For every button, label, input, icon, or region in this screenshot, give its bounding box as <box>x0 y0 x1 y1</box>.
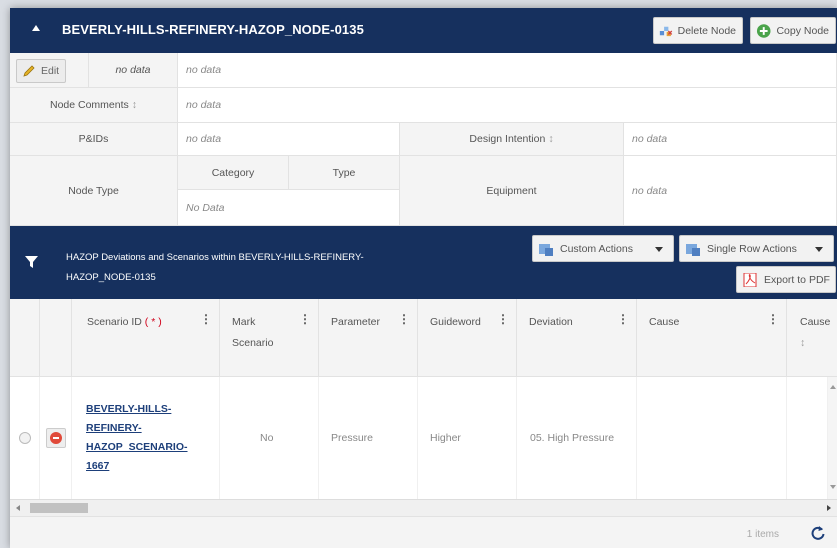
edit-cell: Edit <box>10 53 89 88</box>
edit-row-value: no data <box>89 53 178 88</box>
design-intention-value: no data <box>624 123 837 156</box>
node-header: BEVERLY-HILLS-REFINERY-HAZOP_NODE-0135 D… <box>10 8 837 53</box>
equipment-label: Equipment <box>400 156 624 226</box>
copy-node-button[interactable]: Copy Node <box>750 17 836 44</box>
sort-icon: ↕ <box>800 337 806 349</box>
column-header-label: Cause <box>800 316 831 328</box>
delete-row-button[interactable] <box>46 428 66 448</box>
cell-deviation: 05. High Pressure <box>517 377 637 499</box>
cell-guideword: Higher <box>418 377 517 499</box>
scroll-up-icon[interactable] <box>830 385 836 389</box>
actions-icon <box>686 243 700 256</box>
scrollbar-thumb[interactable] <box>30 503 88 513</box>
edit-button[interactable]: Edit <box>16 59 66 83</box>
column-menu-icon[interactable]: ⋮ <box>767 312 779 326</box>
column-header-label: Deviation <box>529 316 573 328</box>
column-header-cause-2[interactable]: Cause ↕ <box>787 299 837 377</box>
type-header: Type <box>289 156 400 190</box>
copy-node-label: Copy Node <box>776 24 829 37</box>
delete-node-button[interactable]: Delete Node <box>653 17 743 44</box>
vertical-scrollbar[interactable] <box>828 377 837 499</box>
custom-actions-button[interactable]: Custom Actions <box>532 235 674 262</box>
single-row-actions-button[interactable]: Single Row Actions <box>679 235 834 262</box>
filter-icon[interactable] <box>25 256 38 268</box>
column-header-cause[interactable]: Cause ⋮ <box>637 299 787 377</box>
single-row-actions-label: Single Row Actions <box>707 242 797 255</box>
scroll-left-icon[interactable] <box>16 505 20 511</box>
pids-value: no data <box>178 123 400 156</box>
node-comments-value: no data <box>178 88 837 123</box>
design-intention-label: Design Intention ↕ <box>400 123 624 156</box>
cell-scenario-id: BEVERLY-HILLS-REFINERY-HAZOP_SCENARIO-16… <box>72 377 220 499</box>
chevron-down-icon <box>815 247 823 252</box>
equipment-value: no data <box>624 156 837 226</box>
column-header-deviation[interactable]: Deviation ⋮ <box>517 299 637 377</box>
actions-icon <box>539 243 553 256</box>
deviations-title: HAZOP Deviations and Scenarios within BE… <box>66 252 364 283</box>
node-panel: BEVERLY-HILLS-REFINERY-HAZOP_NODE-0135 D… <box>10 8 837 548</box>
column-menu-icon[interactable]: ⋮ <box>200 312 212 326</box>
delete-node-label: Delete Node <box>677 24 736 37</box>
row-select-cell <box>10 377 40 499</box>
collapse-icon[interactable] <box>32 25 40 31</box>
edit-label: Edit <box>41 65 60 77</box>
refresh-icon[interactable] <box>811 525 825 541</box>
column-header-label-text: Scenario ID <box>87 316 142 328</box>
column-menu-icon[interactable]: ⋮ <box>299 312 311 326</box>
cell-cause-2 <box>787 377 828 499</box>
design-intention-text: Design Intention <box>469 133 546 145</box>
grid-footer: 1 items <box>10 516 837 548</box>
pencil-icon <box>23 64 35 77</box>
item-count: 1 items <box>746 529 779 540</box>
node-type-label: Node Type <box>10 156 178 226</box>
cell-cause <box>637 377 787 499</box>
scroll-right-icon[interactable] <box>827 505 831 511</box>
category-header: Category <box>178 156 289 190</box>
scroll-down-icon[interactable] <box>830 485 836 489</box>
horizontal-scrollbar[interactable] <box>10 499 837 516</box>
sort-icon: ↕ <box>548 133 554 145</box>
row-action-cell <box>40 377 72 499</box>
node-title: BEVERLY-HILLS-REFINERY-HAZOP_NODE-0135 <box>62 22 364 37</box>
column-header-parameter[interactable]: Parameter ⋮ <box>319 299 418 377</box>
column-header-guideword[interactable]: Guideword ⋮ <box>418 299 517 377</box>
edit-row-value-2: no data <box>178 53 837 88</box>
copy-node-icon <box>756 23 771 38</box>
action-column-header <box>40 299 72 377</box>
column-menu-icon[interactable]: ⋮ <box>398 312 410 326</box>
column-header-mark-scenario[interactable]: Mark Scenario ⋮ <box>220 299 319 377</box>
node-type-value: No Data <box>178 190 400 226</box>
column-header-label: Cause <box>649 316 680 328</box>
pdf-icon <box>743 272 757 287</box>
column-header-label: Guideword <box>430 316 481 328</box>
column-header-scenario-id[interactable]: Scenario ID ( * ) ⋮ <box>72 299 220 377</box>
export-pdf-button[interactable]: Export to PDF <box>736 266 836 293</box>
delete-node-icon <box>659 26 673 36</box>
custom-actions-label: Custom Actions <box>560 242 633 255</box>
radio-button[interactable] <box>19 432 31 444</box>
select-column-header <box>10 299 40 377</box>
column-menu-icon[interactable]: ⋮ <box>617 312 629 326</box>
column-header-label: Mark Scenario <box>232 316 274 349</box>
cell-parameter: Pressure <box>319 377 418 499</box>
cell-mark-scenario: No <box>220 377 319 499</box>
scenario-id-link[interactable]: BEVERLY-HILLS-REFINERY-HAZOP_SCENARIO-16… <box>86 400 206 476</box>
pids-label: P&IDs <box>10 123 178 156</box>
deviations-toolbar: HAZOP Deviations and Scenarios within BE… <box>10 226 837 299</box>
chevron-down-icon <box>655 247 663 252</box>
remove-icon-bar <box>53 437 59 439</box>
node-comments-label: Node Comments ↕ <box>10 88 178 123</box>
column-header-label: Parameter <box>331 316 381 328</box>
export-pdf-label: Export to PDF <box>764 273 830 286</box>
node-comments-text: Node Comments <box>49 99 129 111</box>
column-menu-icon[interactable]: ⋮ <box>497 312 509 326</box>
sort-icon: ↕ <box>131 99 138 111</box>
required-marker: ( * ) <box>144 316 162 328</box>
column-header-label: Scenario ID ( * ) <box>87 312 162 333</box>
